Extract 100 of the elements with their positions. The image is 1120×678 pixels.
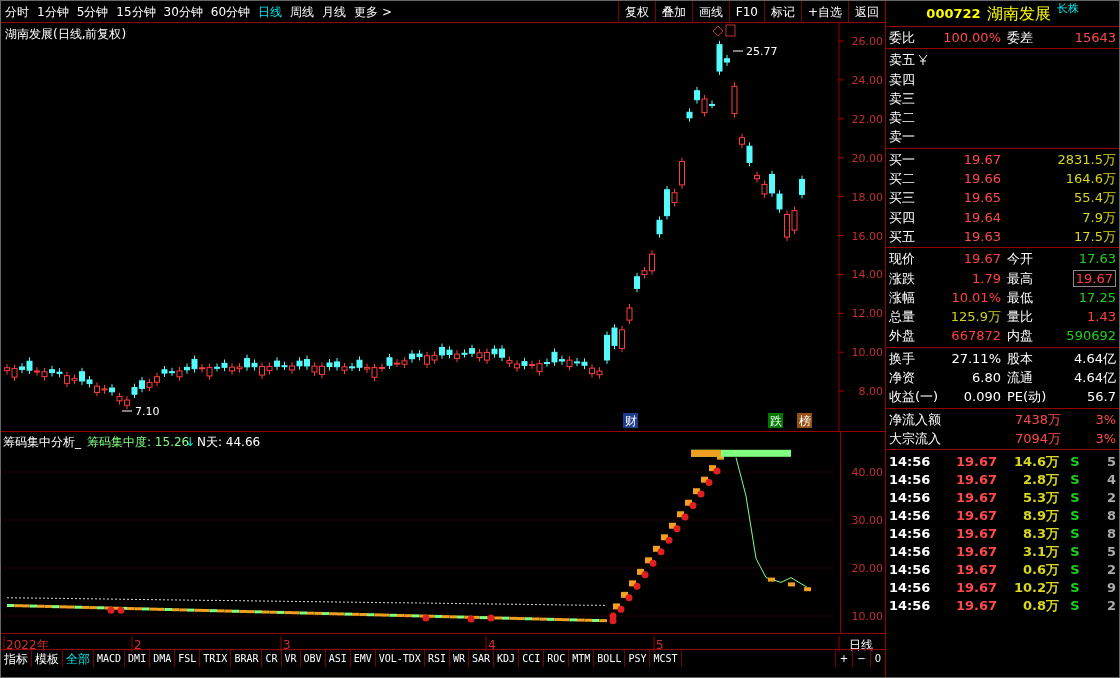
trade-side: S (1069, 597, 1081, 616)
ask-label: 卖五 (889, 51, 915, 70)
period-tab[interactable]: 1分钟 (33, 2, 73, 21)
field-label: 收益(一) (889, 388, 939, 407)
toolbar-button[interactable]: 标记 (763, 0, 801, 23)
indicator-tab[interactable]: MTM (569, 650, 595, 667)
bid-label: 买二 (889, 170, 916, 189)
zoom-button[interactable]: − (852, 650, 870, 667)
indicator-tab[interactable]: ASI (325, 650, 351, 667)
price-tick: 12.00 (851, 307, 883, 321)
square-icon[interactable] (725, 24, 736, 37)
indicator-tab[interactable]: RSI (424, 650, 450, 667)
indicator-tab[interactable]: CR (262, 650, 282, 667)
toolbar-button[interactable]: +自选 (800, 0, 848, 23)
price-tick: 22.00 (851, 112, 883, 126)
price-tick: 10.00 (851, 346, 883, 360)
field-value: 4.64亿 (1073, 349, 1116, 368)
trade-side: S (1069, 489, 1081, 508)
field-value: 3% (1094, 410, 1116, 429)
indicator-tab[interactable]: TRIX (200, 650, 232, 667)
field-value: 15643 (1073, 29, 1116, 47)
trade-time: 14:56 (889, 489, 932, 508)
event-marker[interactable]: 财 (623, 413, 638, 428)
indicator-tab[interactable]: MCST (650, 650, 682, 667)
field-label: 内盘 (1006, 327, 1034, 346)
indicator-name: 筹码集中分析_ (3, 435, 81, 449)
period-tab[interactable]: 月线 (318, 2, 351, 21)
indicator-tab[interactable]: DMI (125, 650, 151, 667)
zoom-button[interactable]: 0 (869, 650, 885, 667)
indicator-tab[interactable]: EMV (350, 650, 376, 667)
period-tab[interactable]: 5分钟 (72, 2, 113, 21)
trade-time: 14:56 (889, 525, 932, 544)
field-label: 量比 (1006, 308, 1034, 327)
field-label: 股本 (1006, 349, 1034, 368)
toolbar-button[interactable]: 返回 (848, 0, 885, 23)
field-label: 涨跌 (889, 269, 916, 288)
indicator-tab[interactable]: DMA (150, 650, 176, 667)
indicator-tab[interactable]: OBV (300, 650, 326, 667)
field-value: 100.00% (942, 29, 1001, 47)
diamond-icon[interactable] (712, 25, 724, 37)
period-tab[interactable]: 日线 (254, 2, 287, 21)
event-marker[interactable]: 跌 (768, 413, 783, 428)
indicator-tick: 40.00 (851, 466, 883, 479)
field-label: 最低 (1006, 288, 1034, 307)
toolbar-button[interactable]: 叠加 (654, 0, 692, 23)
trade-count: 9 (1105, 579, 1116, 598)
field-label: 总量 (889, 308, 916, 327)
price-tick: 14.00 (851, 268, 883, 282)
zoom-button[interactable]: + (834, 650, 853, 667)
trade-count: 4 (1105, 471, 1116, 490)
period-tab[interactable]: 60分钟 (206, 2, 255, 21)
trade-volume: 10.2万 (1012, 579, 1059, 598)
period-tab[interactable]: 30分钟 (159, 2, 207, 21)
price-tick: 24.00 (851, 73, 883, 87)
trade-count: 8 (1105, 507, 1116, 526)
trade-count: 2 (1105, 597, 1116, 616)
indicator-tab[interactable]: MACD (94, 650, 126, 667)
indicator-tab[interactable]: BOLL (594, 650, 626, 667)
bid-volume: 164.6万 (1064, 170, 1116, 189)
period-tab[interactable]: 分时 (1, 2, 33, 21)
trade-price: 19.67 (954, 489, 997, 508)
indicator-tab[interactable]: VR (281, 650, 301, 667)
indicator-tab[interactable]: VOL-TDX (375, 650, 425, 667)
indicator-tab[interactable]: CCI (519, 650, 545, 667)
period-tab[interactable]: 更多 > (350, 2, 396, 21)
indicator-tab[interactable]: SAR (469, 650, 495, 667)
period-tab[interactable]: 15分钟 (112, 2, 160, 21)
field-label: 流通 (1006, 369, 1034, 388)
event-marker[interactable]: 榜 (797, 413, 812, 428)
indicator-tab[interactable]: FSL (175, 650, 201, 667)
date-label: 5 (656, 637, 664, 652)
field-value: 3% (1094, 429, 1116, 448)
toolbar-button[interactable]: 复权 (617, 0, 655, 23)
price-tick: 20.00 (851, 151, 883, 165)
toolbar-button[interactable]: F10 (728, 0, 764, 23)
indicator-tab[interactable]: WR (449, 650, 469, 667)
trade-count: 2 (1105, 561, 1116, 580)
field-label: 净资 (889, 369, 916, 388)
date-label: 4 (488, 637, 496, 652)
date-label: 3 (283, 637, 291, 652)
field-value: 7094万 (1013, 429, 1061, 448)
period-tab[interactable]: 周线 (286, 2, 319, 21)
field-value: 590692 (1066, 328, 1116, 344)
indicator-tab[interactable]: 模板 (32, 650, 63, 667)
trade-volume: 0.8万 (1021, 597, 1059, 616)
high-price-label: 25.77 (746, 45, 778, 58)
toolbar-button[interactable]: 画线 (691, 0, 729, 23)
indicator-tab[interactable]: PSY (625, 650, 651, 667)
trade-time: 14:56 (889, 507, 932, 526)
trade-time: 14:56 (889, 579, 932, 598)
date-label: 2022年 (6, 637, 49, 652)
indicator-tab[interactable]: BRAR (231, 650, 263, 667)
indicator-tab[interactable]: 指标 (1, 650, 32, 667)
indicator-tab[interactable]: 全部 (63, 650, 94, 667)
indicator-tab[interactable]: ROC (544, 650, 570, 667)
bid-price: 19.65 (962, 189, 1001, 208)
field-value: 125.9万 (950, 309, 1001, 325)
indicator-tab[interactable]: KDJ (494, 650, 520, 667)
trade-time: 14:56 (889, 597, 932, 616)
trade-price: 19.67 (954, 471, 997, 490)
